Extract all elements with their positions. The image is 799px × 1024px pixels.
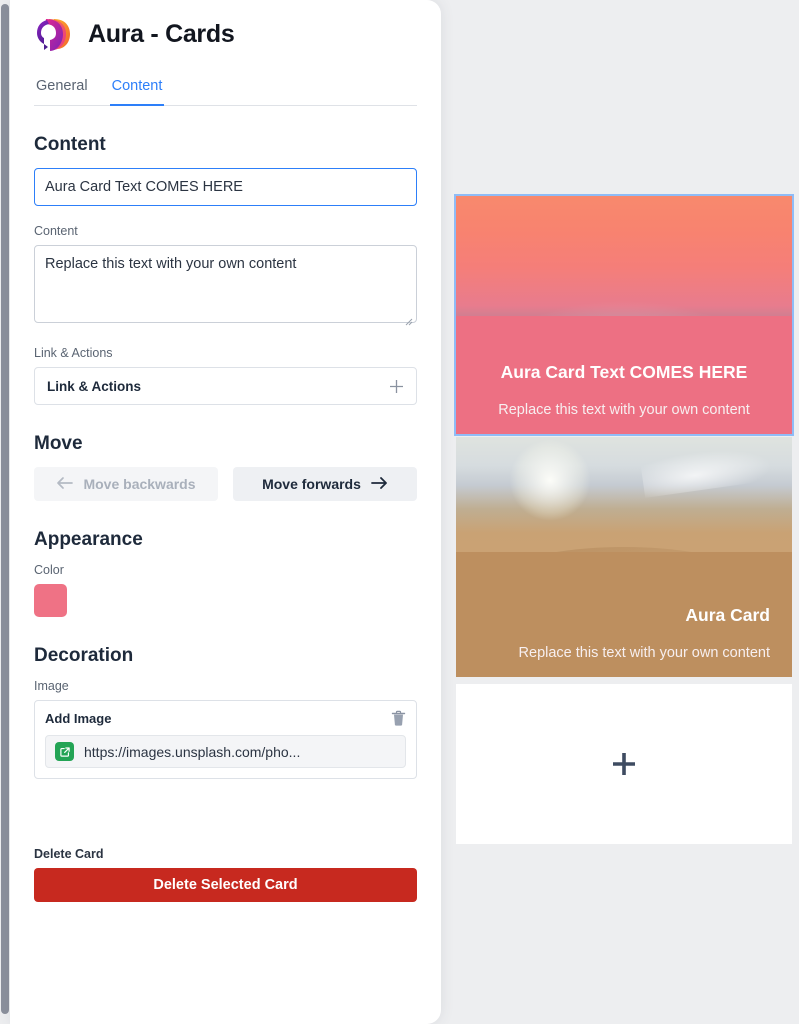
card-1-body: Aura Card Text COMES HERE Replace this t… — [456, 362, 792, 434]
card-1-title: Aura Card Text COMES HERE — [500, 362, 748, 382]
tab-bar: General Content — [34, 64, 417, 106]
aura-swoosh-logo-icon — [34, 14, 74, 54]
delete-card-label: Delete Card — [34, 847, 104, 861]
add-image-label: Add Image — [45, 711, 112, 726]
card-content-textarea[interactable] — [34, 245, 417, 323]
content-textarea-wrap — [34, 245, 417, 328]
link-actions-row-label: Link & Actions — [47, 378, 142, 394]
content-section-heading: Content — [34, 134, 106, 155]
decoration-section-heading: Decoration — [34, 645, 134, 666]
page-scrollbar[interactable] — [0, 0, 10, 1024]
link-actions-row[interactable]: Link & Actions — [34, 367, 417, 405]
panel-header: Aura - Cards — [34, 0, 417, 64]
color-field-label: Color — [34, 563, 64, 577]
move-forwards-label: Move forwards — [262, 476, 361, 492]
external-link-icon — [55, 742, 74, 761]
image-card-header: Add Image — [45, 710, 406, 727]
content-field-label: Content — [34, 224, 78, 238]
plus-icon[interactable] — [389, 379, 404, 394]
card-preview-panel: Aura Card Text COMES HERE Replace this t… — [454, 0, 794, 1024]
color-swatch[interactable] — [34, 584, 67, 617]
trash-icon[interactable] — [391, 710, 406, 727]
card-title-input[interactable] — [34, 168, 417, 206]
preview-card-2[interactable]: Aura Card Replace this text with your ow… — [456, 437, 792, 677]
move-forwards-button[interactable]: Move forwards — [233, 467, 417, 501]
move-section-heading: Move — [34, 433, 83, 454]
photo-cloud — [639, 442, 774, 499]
move-backwards-button[interactable]: Move backwards — [34, 467, 218, 501]
image-card: Add Image https://images.unsplash.com/ph… — [34, 700, 417, 779]
app-title: Aura - Cards — [88, 19, 235, 48]
arrow-left-icon — [56, 476, 74, 493]
card-1-subtitle: Replace this text with your own content — [498, 402, 750, 418]
image-field-label: Image — [34, 679, 69, 693]
move-backwards-label: Move backwards — [83, 476, 196, 492]
tab-content[interactable]: Content — [109, 72, 165, 106]
delete-selected-card-button[interactable]: Delete Selected Card — [34, 868, 417, 902]
card-2-body: Aura Card Replace this text with your ow… — [456, 605, 792, 677]
aura-cards-app: Aura - Cards General Content Content Con… — [0, 0, 799, 1024]
card-2-title: Aura Card — [685, 605, 770, 625]
link-actions-field-label: Link & Actions — [34, 346, 113, 360]
scrollbar-thumb[interactable] — [1, 4, 9, 1014]
plus-icon[interactable] — [611, 751, 637, 777]
arrow-right-icon — [371, 476, 388, 493]
move-button-row: Move backwards Move forwards — [34, 467, 417, 501]
tab-general[interactable]: General — [34, 72, 90, 106]
editor-panel: Aura - Cards General Content Content Con… — [10, 0, 441, 1024]
appearance-section-heading: Appearance — [34, 529, 143, 550]
preview-card-1[interactable]: Aura Card Text COMES HERE Replace this t… — [454, 194, 794, 436]
image-url-text: https://images.unsplash.com/pho... — [84, 743, 301, 760]
card-2-subtitle: Replace this text with your own content — [518, 645, 770, 661]
image-url-row[interactable]: https://images.unsplash.com/pho... — [45, 735, 406, 768]
add-card-placeholder[interactable] — [456, 684, 792, 844]
